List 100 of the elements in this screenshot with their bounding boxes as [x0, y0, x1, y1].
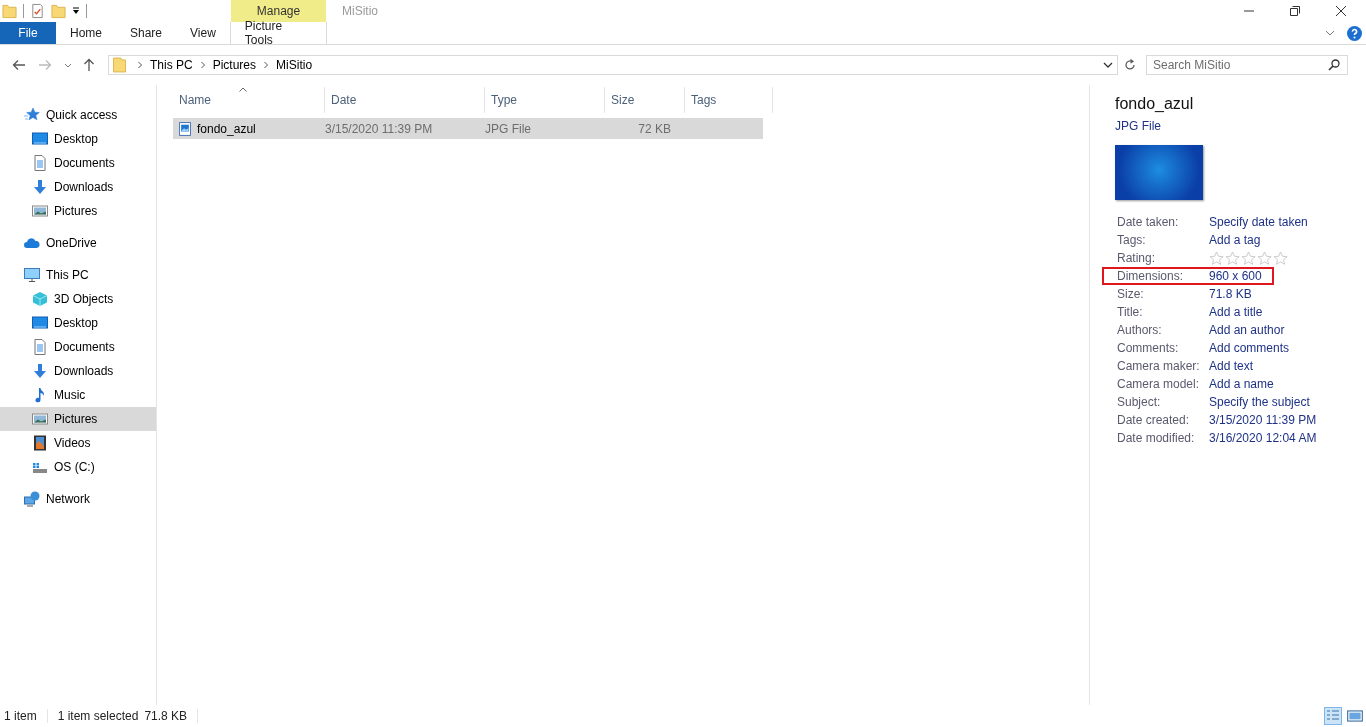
large-icons-view-icon[interactable]	[1346, 707, 1364, 725]
refresh-icon[interactable]	[1124, 59, 1136, 71]
nav-item[interactable]: Documents	[0, 151, 156, 175]
nav-label: 3D Objects	[54, 292, 114, 306]
context-tab-header: Manage	[231, 0, 326, 22]
column-header[interactable]: Name	[173, 87, 325, 113]
folder-icon[interactable]	[2, 3, 17, 19]
breadcrumb-item[interactable]: This PC	[150, 58, 193, 72]
computer-icon	[24, 267, 40, 283]
nav-item[interactable]: Pictures	[0, 199, 156, 223]
file-type: JPG File	[1115, 119, 1162, 133]
nav-item[interactable]: OS (C:)	[0, 455, 156, 479]
breadcrumb-item[interactable]: Pictures	[212, 58, 257, 72]
nav-item[interactable]: 3D Objects	[0, 287, 156, 311]
column-header[interactable]: Tags	[685, 87, 773, 113]
nav-item[interactable]: Desktop	[0, 127, 156, 151]
nav-label: Desktop	[54, 132, 99, 146]
star-icon[interactable]	[1273, 250, 1288, 266]
nav-label: Network	[46, 492, 90, 506]
property-value[interactable]: Add a name	[1209, 377, 1274, 391]
chevron-right-icon[interactable]	[138, 61, 142, 69]
help-icon[interactable]	[1347, 25, 1362, 41]
star-rating[interactable]	[1209, 250, 1288, 266]
nav-item[interactable]: This PC	[0, 263, 156, 287]
forward-arrow-icon[interactable]	[38, 58, 52, 72]
address-bar[interactable]: This PC Pictures MiSitio	[108, 55, 1118, 75]
chevron-right-icon[interactable]	[264, 61, 269, 69]
nav-item[interactable]: Downloads	[0, 175, 156, 199]
column-header[interactable]: Date	[325, 87, 485, 113]
column-header[interactable]: Type	[485, 87, 605, 113]
monitor-icon	[32, 131, 48, 147]
property-label: Size:	[1117, 287, 1145, 301]
property-value[interactable]: Add comments	[1209, 341, 1290, 355]
star-icon[interactable]	[1225, 250, 1240, 266]
dropdown-icon[interactable]	[72, 7, 80, 15]
property-label: Authors:	[1117, 323, 1163, 337]
nav-item[interactable]: Videos	[0, 431, 156, 455]
property-value[interactable]: 3/16/2020 12:04 AM	[1209, 431, 1317, 445]
table-cell-text: JPG File	[484, 120, 532, 138]
down-arrow-icon	[32, 179, 48, 195]
folder-icon[interactable]	[51, 3, 66, 19]
nav-item[interactable]: Pictures	[0, 407, 156, 431]
property-value[interactable]: Add a tag	[1209, 233, 1261, 247]
nav-label: Pictures	[54, 412, 98, 426]
nav-item[interactable]: Downloads	[0, 359, 156, 383]
ribbon-tab[interactable]: Home	[56, 22, 116, 44]
property-label: Camera model:	[1117, 377, 1201, 391]
nav-item[interactable]: Quick access	[0, 103, 156, 127]
search-field[interactable]: Search MiSitio	[1146, 55, 1348, 75]
folder-icon	[113, 57, 126, 73]
file-row[interactable]: fondo_azul 3/15/2020 11:39 PM JPG File 72 KB	[173, 118, 763, 139]
nav-label: Music	[54, 388, 86, 402]
breadcrumb-item[interactable]: MiSitio	[276, 58, 313, 72]
ribbon-tab[interactable]: View	[176, 22, 230, 44]
ribbon-tab[interactable]: Share	[116, 22, 177, 44]
cloud-icon	[24, 235, 40, 251]
property-value[interactable]: Add text	[1209, 359, 1254, 373]
nav-label: Videos	[54, 436, 91, 450]
restore-icon[interactable]	[1290, 6, 1300, 16]
nav-item[interactable]: OneDrive	[0, 231, 156, 255]
star-icon[interactable]	[1209, 250, 1224, 266]
property-value[interactable]: Add a title	[1209, 305, 1263, 319]
property-label: Subject:	[1117, 395, 1162, 409]
file-tab[interactable]: File	[0, 22, 56, 44]
chevron-down-icon[interactable]	[1103, 62, 1113, 68]
search-icon[interactable]	[1328, 59, 1340, 71]
nav-item[interactable]: Music	[0, 383, 156, 407]
nav-item[interactable]: Documents	[0, 335, 156, 359]
nav-label: OneDrive	[46, 236, 97, 250]
nav-item[interactable]: Network	[0, 487, 156, 511]
checklist-icon[interactable]	[30, 3, 45, 19]
column-header[interactable]: Size	[605, 87, 685, 113]
property-value[interactable]: Specify the subject	[1209, 395, 1310, 409]
property-value[interactable]: 71.8 KB	[1209, 287, 1252, 301]
nav-item[interactable]: Desktop	[0, 311, 156, 335]
property-value[interactable]: Specify date taken	[1209, 215, 1308, 229]
nav-label: Documents	[54, 340, 115, 354]
property-label: Date modified:	[1117, 431, 1196, 445]
property-value[interactable]: Add an author	[1209, 323, 1285, 337]
chevron-right-icon[interactable]	[200, 61, 205, 69]
property-value[interactable]: 3/15/2020 11:39 PM	[1209, 413, 1317, 427]
star-icon[interactable]	[1241, 250, 1256, 266]
selection-size: 71.8 KB	[144, 709, 188, 723]
details-view-icon[interactable]	[1324, 707, 1342, 725]
property-value[interactable]: 960 x 600	[1209, 269, 1262, 283]
ribbon-tab[interactable]: Picture Tools	[229, 22, 327, 44]
star-icon[interactable]	[1257, 250, 1272, 266]
close-icon[interactable]	[1336, 6, 1346, 16]
film-icon	[32, 435, 48, 451]
image-file-icon	[179, 121, 191, 136]
nav-label: Quick access	[46, 108, 118, 122]
up-arrow-icon[interactable]	[82, 58, 96, 72]
nav-label: Desktop	[54, 316, 99, 330]
property-label: Date taken:	[1117, 215, 1180, 229]
back-arrow-icon[interactable]	[12, 58, 26, 72]
nav-label: Documents	[54, 156, 115, 170]
property-label: Dimensions:	[1117, 269, 1185, 283]
cube-icon	[32, 291, 48, 307]
nav-label: OS (C:)	[54, 460, 95, 474]
table-cell-text: 72 KB	[637, 120, 672, 138]
